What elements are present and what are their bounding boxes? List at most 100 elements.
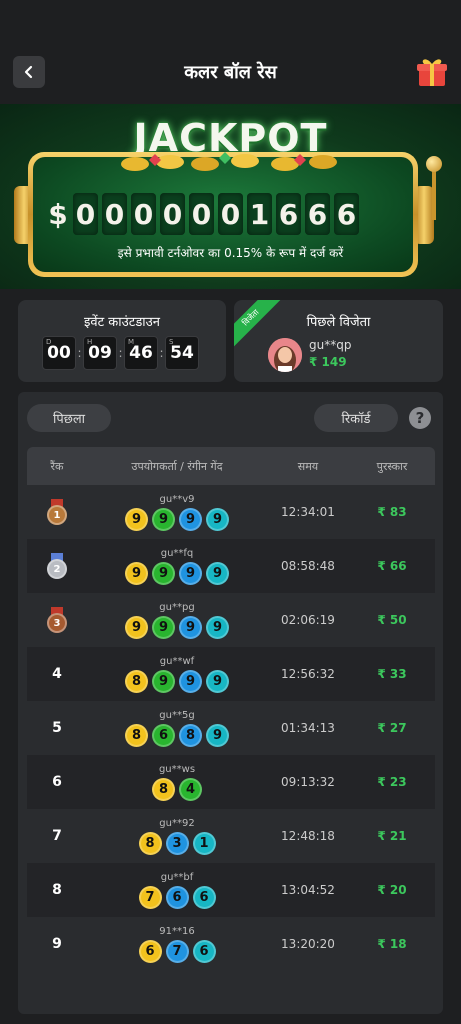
teal-ball: 9 <box>206 723 229 747</box>
yellow-ball: 7 <box>138 885 162 909</box>
time-cell: 02:06:19 <box>281 613 335 627</box>
teal-ball: 6 <box>192 885 216 909</box>
color-balls: 766 <box>138 885 216 909</box>
rank-cell: 2 <box>27 553 87 579</box>
rank-number: 5 <box>52 720 62 736</box>
winner-prize: ₹ 149 <box>309 355 347 369</box>
gift-icon <box>417 59 447 86</box>
yellow-ball: 9 <box>125 615 148 639</box>
table-row: 2 gu**fq 9 9 9 9 08:58:48 ₹ 66 <box>27 539 435 593</box>
time-cell: 12:34:01 <box>281 505 335 519</box>
header-rank: रैंक <box>50 459 64 473</box>
header-prize: पुरस्कार <box>376 459 408 473</box>
username: gu**ws <box>158 763 196 775</box>
rank-number: 7 <box>52 828 62 844</box>
jackpot-digit: 6 <box>305 193 330 235</box>
teal-ball: 9 <box>206 507 229 531</box>
blue-ball: 9 <box>179 615 202 639</box>
records-panel: पिछला रिकॉर्ड ? रैंक उपयोगकर्ता / रंगीन … <box>18 392 443 1014</box>
table-header: रैंक उपयोगकर्ता / रंगीन गेंद समय पुरस्का… <box>27 447 435 485</box>
avatar <box>268 338 302 372</box>
green-ball: 9 <box>152 615 175 639</box>
color-balls: 9999 <box>125 507 229 531</box>
currency-symbol: $ <box>48 197 68 231</box>
rank-cell: 7 <box>27 828 87 844</box>
record-button[interactable]: रिकॉर्ड <box>314 404 398 432</box>
table-row: 5 gu**5g 8 6 8 9 01:34:13 ₹ 27 <box>27 701 435 755</box>
jackpot-amount: $ 0 0 0 0 0 0 1 6 6 6 <box>47 193 359 235</box>
rank-cell: 9 <box>27 936 87 952</box>
teal-ball: 9 <box>206 561 229 585</box>
copper-medal-icon: 3 <box>46 607 68 633</box>
rank-cell: 3 <box>27 607 87 633</box>
jackpot-digit: 0 <box>131 193 156 235</box>
prize-cell: ₹ 33 <box>377 667 407 681</box>
blue-ball: 7 <box>165 939 189 963</box>
username: gu**5g <box>159 709 195 721</box>
rank-cell: 8 <box>27 882 87 898</box>
rank-number: 3 <box>47 613 67 633</box>
prize-cell: ₹ 66 <box>377 559 407 573</box>
header-time: समय <box>297 459 319 473</box>
lever-knob <box>426 156 442 172</box>
time-cell: 12:48:18 <box>281 829 335 843</box>
table-row: 7 gu**92 8 3 1 12:48:18 ₹ 21 <box>27 809 435 863</box>
user-cell: gu**92 8 3 1 <box>87 818 267 855</box>
color-balls: 676 <box>138 939 216 963</box>
event-countdown-card: इवेंट काउंटडाउन D 00 : H 09 : M 46 : S 54 <box>18 300 226 382</box>
blue-ball: 6 <box>165 885 189 909</box>
user-cell: gu**pg 9 9 9 9 <box>87 602 267 639</box>
teal-ball: 6 <box>192 939 216 963</box>
prize-cell: ₹ 50 <box>377 613 407 627</box>
rank-number: 9 <box>52 936 62 952</box>
yellow-ball: 8 <box>138 831 162 855</box>
yellow-ball: 9 <box>125 507 148 531</box>
yellow-ball: 6 <box>138 939 162 963</box>
time-cell: 01:34:13 <box>281 721 335 735</box>
green-ball: 9 <box>152 507 175 531</box>
color-balls: 9999 <box>125 615 229 639</box>
yellow-ball: 8 <box>125 723 148 747</box>
blue-ball: 8 <box>179 723 202 747</box>
coin-pile-decoration <box>121 152 337 171</box>
user-cell: gu**5g 8 6 8 9 <box>87 710 267 747</box>
time-cell: 13:20:20 <box>281 937 335 951</box>
timer-days: D 00 <box>42 336 76 370</box>
rank-cell: 4 <box>27 666 87 682</box>
table-row: 1 gu**v9 9 9 9 9 12:34:01 ₹ 83 <box>27 485 435 539</box>
username: 91**16 <box>159 925 195 937</box>
color-balls: 8999 <box>125 669 229 693</box>
green-ball: 9 <box>152 669 175 693</box>
jackpot-digit: 1 <box>247 193 272 235</box>
table-row: 3 gu**pg 9 9 9 9 02:06:19 ₹ 50 <box>27 593 435 647</box>
teal-ball: 1 <box>192 831 216 855</box>
user-cell: gu**fq 9 9 9 9 <box>87 548 267 585</box>
prize-cell: ₹ 27 <box>377 721 407 735</box>
color-balls: 84 <box>152 777 202 801</box>
jackpot-note: इसे प्रभावी टर्नओवर का 0.15% के रूप में … <box>117 246 344 260</box>
jackpot-digit: 0 <box>102 193 127 235</box>
previous-button[interactable]: पिछला <box>27 404 111 432</box>
last-winner-card[interactable]: विजेता पिछले विजेता gu**qp ₹ 149 <box>234 300 443 382</box>
time-cell: 08:58:48 <box>281 559 335 573</box>
ranking-table: रैंक उपयोगकर्ता / रंगीन गेंद समय पुरस्का… <box>27 447 435 971</box>
jackpot-digit: 6 <box>334 193 359 235</box>
blue-ball: 9 <box>179 507 202 531</box>
prize-cell: ₹ 23 <box>377 775 407 789</box>
blue-ball: 3 <box>165 831 189 855</box>
table-row: 4 gu**wf 8 9 9 9 12:56:32 ₹ 33 <box>27 647 435 701</box>
color-balls: 9999 <box>125 561 229 585</box>
gift-button[interactable] <box>414 54 450 90</box>
help-icon[interactable]: ? <box>409 407 431 429</box>
green-ball: 9 <box>152 561 175 585</box>
blue-ball: 9 <box>179 561 202 585</box>
countdown-timer: D 00 : H 09 : M 46 : S 54 <box>42 336 199 370</box>
user-cell: gu**v9 9 9 9 9 <box>87 494 267 531</box>
prize-cell: ₹ 20 <box>377 883 407 897</box>
table-row: 8 gu**bf 7 6 6 13:04:52 ₹ 20 <box>27 863 435 917</box>
username: gu**fq <box>160 547 194 559</box>
user-cell: 91**16 6 7 6 <box>87 926 267 963</box>
countdown-title: इवेंट काउंटडाउन <box>84 315 160 330</box>
rank-number: 2 <box>47 559 67 579</box>
time-cell: 12:56:32 <box>281 667 335 681</box>
